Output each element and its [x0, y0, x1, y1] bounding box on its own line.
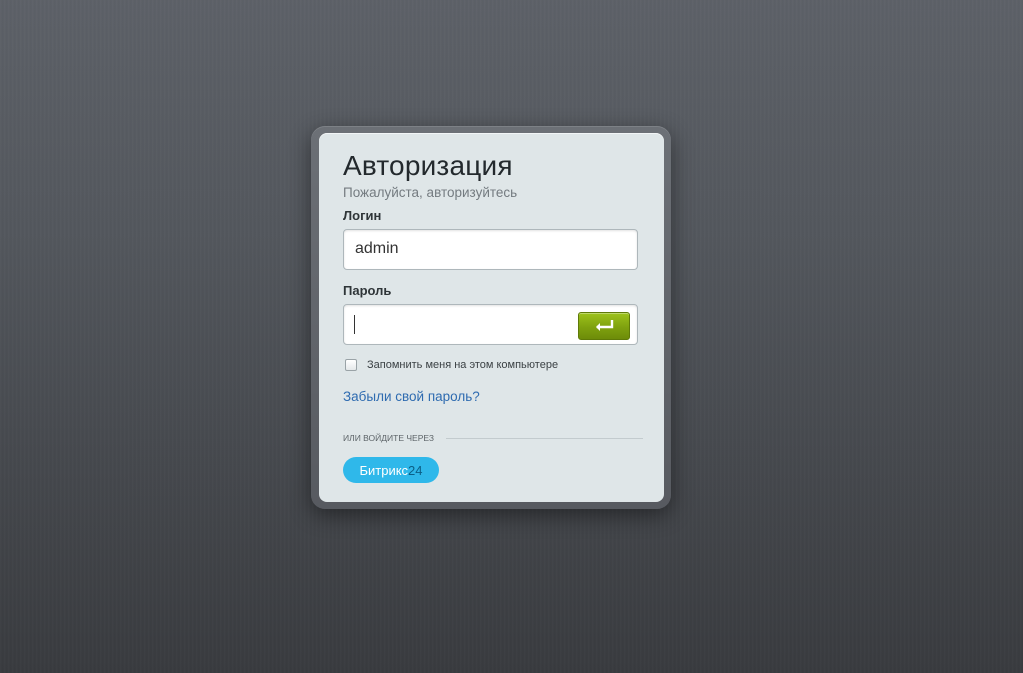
remember-me-label[interactable]: Запомнить меня на этом компьютере	[367, 359, 558, 371]
login-input[interactable]: admin	[343, 229, 638, 270]
page-subtitle: Пожалуйста, авторизуйтесь	[343, 185, 518, 200]
alt-login-label: или войдите через	[343, 433, 434, 443]
remember-me-checkbox[interactable]	[345, 359, 357, 371]
password-input[interactable]	[343, 304, 638, 345]
password-label: Пароль	[343, 283, 392, 298]
remember-me-row[interactable]: Запомнить меня на этом компьютере	[345, 359, 558, 371]
bitrix24-logo-text: Битрикс	[359, 462, 409, 478]
bitrix24-login-button[interactable]: Битрикс 24	[343, 457, 439, 483]
forgot-password-link[interactable]: Забыли свой пароль?	[343, 389, 480, 404]
submit-button[interactable]	[578, 312, 630, 340]
login-label: Логин	[343, 208, 382, 223]
login-card: Авторизация Пожалуйста, авторизуйтесь Ло…	[319, 133, 664, 502]
page-title: Авторизация	[343, 150, 513, 181]
divider-line	[445, 437, 643, 439]
bitrix24-logo-number: 24	[408, 462, 423, 478]
login-input-value: admin	[355, 240, 399, 257]
alt-login-divider: или войдите через	[343, 433, 643, 443]
enter-return-icon	[596, 320, 614, 331]
text-caret	[354, 315, 355, 334]
